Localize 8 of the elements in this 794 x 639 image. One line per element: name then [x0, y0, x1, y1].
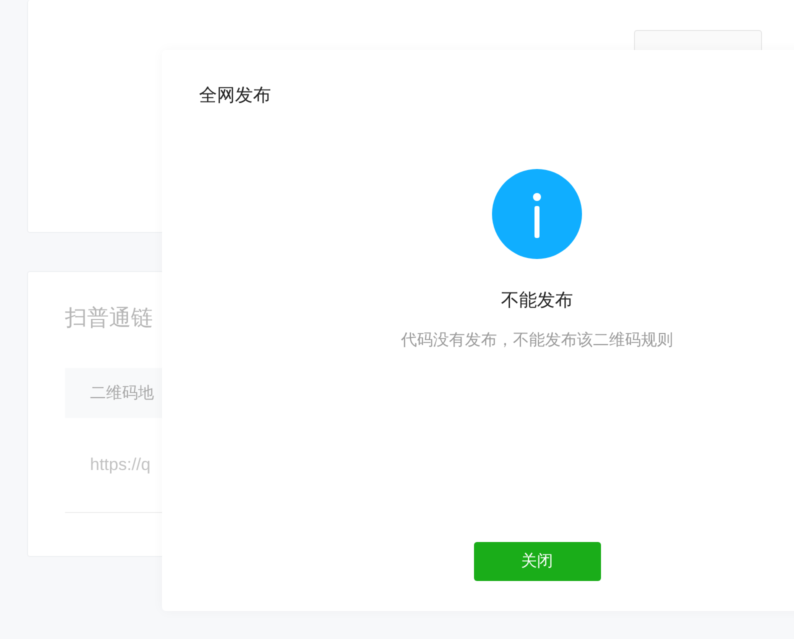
column-header: 二维码地 [90, 384, 154, 404]
section-title: 扫普通链 [65, 304, 154, 332]
info-icon [492, 169, 582, 259]
close-button[interactable]: 关闭 [474, 542, 600, 581]
message-title: 不能发布 [501, 289, 573, 312]
table-cell: https://q [90, 455, 150, 475]
message-text: 代码没有发布，不能发布该二维码规则 [401, 330, 673, 351]
dialog-title: 全网发布 [198, 84, 272, 107]
